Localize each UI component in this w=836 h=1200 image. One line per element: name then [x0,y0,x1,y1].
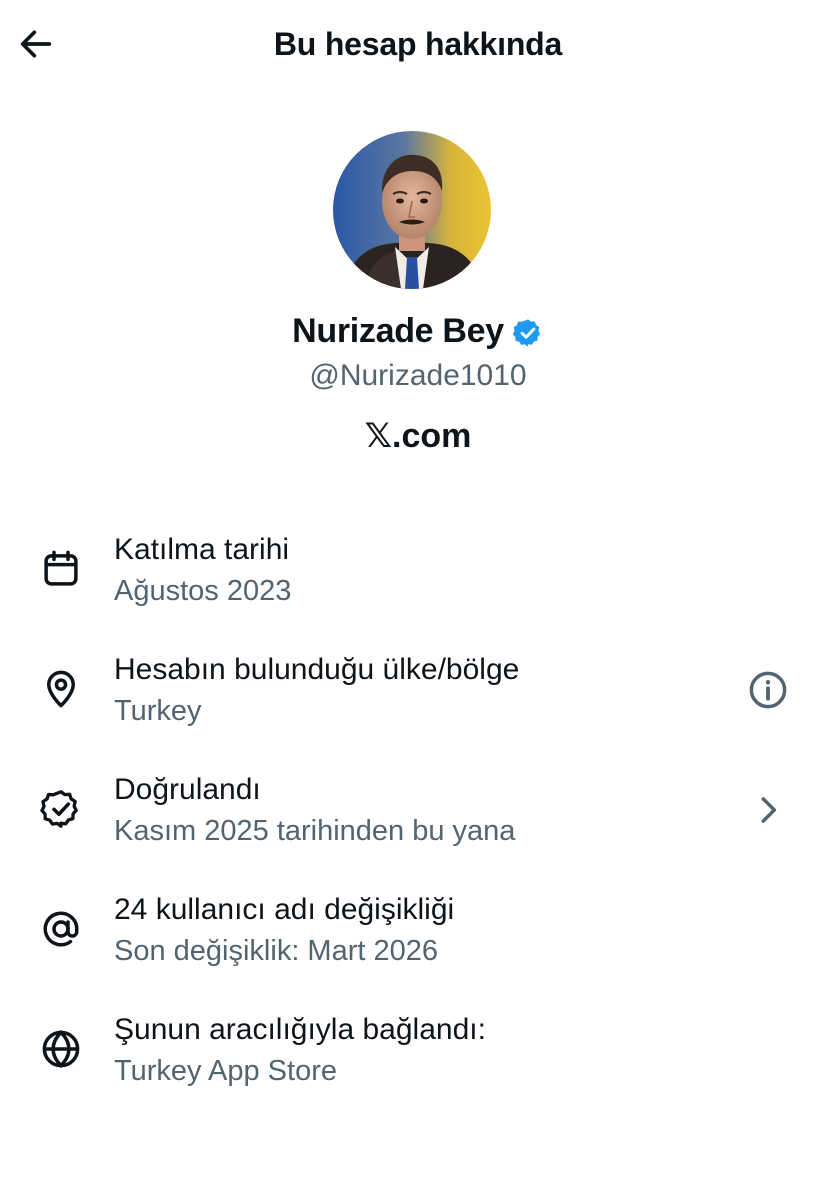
row-title: Doğrulandı [114,773,261,806]
row-subtitle: Turkey App Store [114,1055,337,1087]
info-row-text: Katılma tarihi Ağustos 2023 [114,530,716,612]
info-row-country: Hesabın bulunduğu ülke/bölge Turkey [0,640,836,760]
calendar-icon [38,546,84,592]
globe-icon [38,1026,84,1072]
info-icon [749,671,787,709]
verified-badge-icon[interactable] [512,317,544,349]
x-logo-icon: 𝕏 [364,416,393,456]
info-row-text: 24 kullanıcı adı değişikliği Son değişik… [114,890,716,972]
x-brand-domain: .com [392,417,472,455]
location-pin-icon [38,666,84,712]
x-brand-logo: 𝕏 .com [0,419,836,453]
header: Bu hesap hakkında [0,0,836,90]
info-row-text: Şunun aracılığıyla bağlandı: Turkey App … [114,1010,716,1092]
row-subtitle: Turkey [114,695,202,727]
profile-handle: @Nurizade1010 [309,359,527,392]
row-subtitle: Kasım 2025 tarihinden bu yana [114,815,516,847]
row-title: 24 kullanıcı adı değişikliği [114,893,455,926]
info-button[interactable] [746,668,790,712]
row-title: Hesabın bulunduğu ülke/bölge [114,653,520,686]
info-row-verified[interactable]: Doğrulandı Kasım 2025 tarihinden bu yana [0,760,836,880]
info-row-username-changes: 24 kullanıcı adı değişikliği Son değişik… [0,880,836,1000]
account-info-list: Katılma tarihi Ağustos 2023 Hesabın bulu… [0,520,836,1120]
info-row-text: Hesabın bulunduğu ülke/bölge Turkey [114,650,716,732]
avatar[interactable] [333,131,491,289]
info-row-text: Doğrulandı Kasım 2025 tarihinden bu yana [114,770,716,852]
info-row-join-date: Katılma tarihi Ağustos 2023 [0,520,836,640]
at-sign-icon [38,906,84,952]
profile-name: Nurizade Bey [292,312,504,350]
row-subtitle: Ağustos 2023 [114,575,292,607]
page-title: Bu hesap hakkında [273,26,563,62]
info-row-connected-via: Şunun aracılığıyla bağlandı: Turkey App … [0,1000,836,1120]
profile-name-row: Nurizade Bey [0,312,836,351]
chevron-button[interactable] [746,788,790,832]
row-title: Katılma tarihi [114,533,290,566]
row-title: Şunun aracılığıyla bağlandı: [114,1013,486,1046]
verified-badge-outline-icon [38,786,84,832]
avatar-portrait-image [333,131,491,289]
row-subtitle: Son değişiklik: Mart 2026 [114,935,438,967]
chevron-right-icon [761,797,777,823]
